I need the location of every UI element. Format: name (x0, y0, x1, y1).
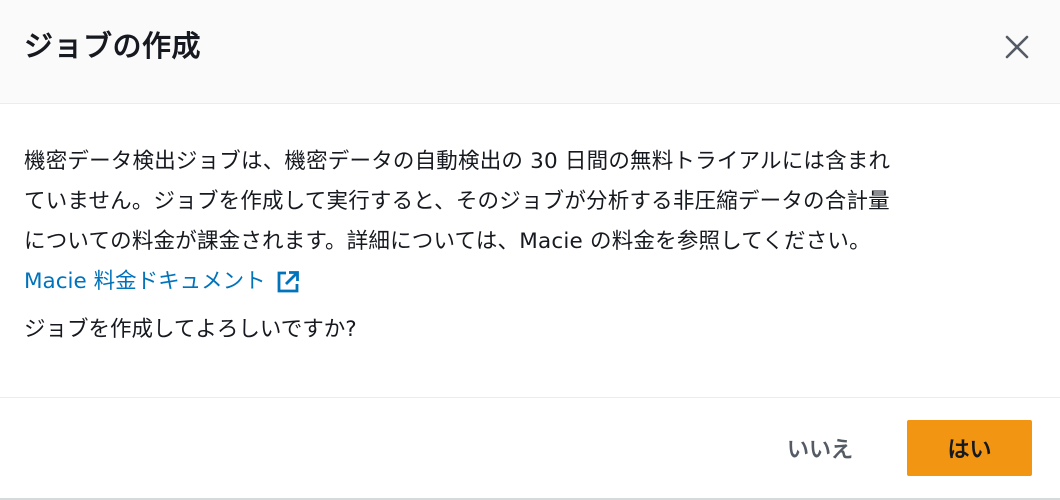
description-line: 機密データ検出ジョブは、機密データの自動検出の 30 日間の無料トライアルには含… (24, 149, 891, 174)
macie-pricing-doc-link[interactable]: Macie 料金ドキュメント (24, 262, 300, 302)
description-line: ていません。ジョブを作成して実行すると、そのジョブが分析する非圧縮データの合計量 (24, 189, 890, 214)
doc-link-label: Macie 料金ドキュメント (24, 269, 266, 294)
dialog-body: 機密データ検出ジョブは、機密データの自動検出の 30 日間の無料トライアルには含… (24, 142, 1040, 350)
close-button[interactable] (996, 26, 1038, 68)
cancel-button[interactable]: いいえ (770, 420, 870, 476)
dialog-header: ジョブの作成 (0, 0, 1060, 104)
description-line: についての料金が課金されます。詳細については、Macie の料金を参照してくださ… (24, 229, 871, 254)
close-icon (1005, 35, 1029, 59)
dialog-title: ジョブの作成 (24, 29, 202, 63)
dialog-footer: いいえ はい (0, 398, 1060, 498)
confirm-button[interactable]: はい (907, 420, 1032, 476)
confirm-question: ジョブを作成してよろしいですか? (24, 317, 357, 342)
external-link-icon (276, 270, 300, 294)
create-job-dialog: ジョブの作成 機密データ検出ジョブは、機密データの自動検出の 30 日間の無料ト… (0, 0, 1060, 500)
description-text: 機密データ検出ジョブは、機密データの自動検出の 30 日間の無料トライアルには含… (24, 142, 1040, 262)
